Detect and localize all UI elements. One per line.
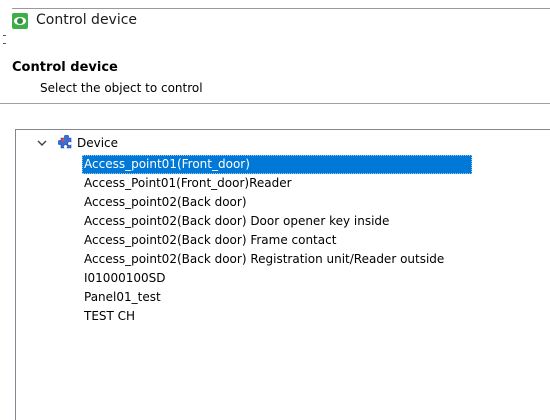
eye-icon bbox=[12, 13, 28, 29]
header-subtitle: Select the object to control bbox=[40, 81, 203, 95]
edge-tick bbox=[3, 35, 6, 36]
edge-tick bbox=[3, 43, 6, 44]
tree-root-label: Device bbox=[77, 136, 119, 150]
header-title: Control device bbox=[12, 60, 118, 75]
tree-item-i01000100sd[interactable]: I01000100SD bbox=[82, 269, 472, 288]
tree-item-panel01-test[interactable]: Panel01_test bbox=[82, 288, 472, 307]
tree-item-access-point01-front-door-reader[interactable]: Access_Point01(Front_door)Reader bbox=[82, 174, 472, 193]
tree-item-access-point01-front-door[interactable]: Access_point01(Front_door) bbox=[82, 155, 472, 174]
control-device-dialog: Control device Control device Select the… bbox=[0, 0, 550, 420]
eye-pupil bbox=[17, 18, 23, 24]
tree-item-test-ch[interactable]: TEST CH bbox=[82, 307, 472, 326]
window-title: Control device bbox=[36, 12, 138, 28]
tree-container: Device Access_point01(Front_door) Access… bbox=[16, 130, 550, 420]
chevron-down-icon[interactable] bbox=[36, 137, 48, 149]
tree-item-access-point02-back-door[interactable]: Access_point02(Back door) bbox=[82, 193, 472, 212]
tree-item-access-point02-frame-contact[interactable]: Access_point02(Back door) Frame contact bbox=[82, 231, 472, 250]
device-puzzle-icon bbox=[58, 135, 72, 149]
header-panel: Control device Select the object to cont… bbox=[0, 53, 550, 104]
device-list: Access_point01(Front_door) Access_Point0… bbox=[82, 155, 472, 326]
device-tree-view[interactable]: Device Access_point01(Front_door) Access… bbox=[15, 129, 550, 420]
tree-item-access-point02-door-opener-key[interactable]: Access_point02(Back door) Door opener ke… bbox=[82, 212, 472, 231]
tree-item-access-point02-registration-unit[interactable]: Access_point02(Back door) Registration u… bbox=[82, 250, 472, 269]
dialog-body: Device Access_point01(Front_door) Access… bbox=[0, 104, 550, 420]
